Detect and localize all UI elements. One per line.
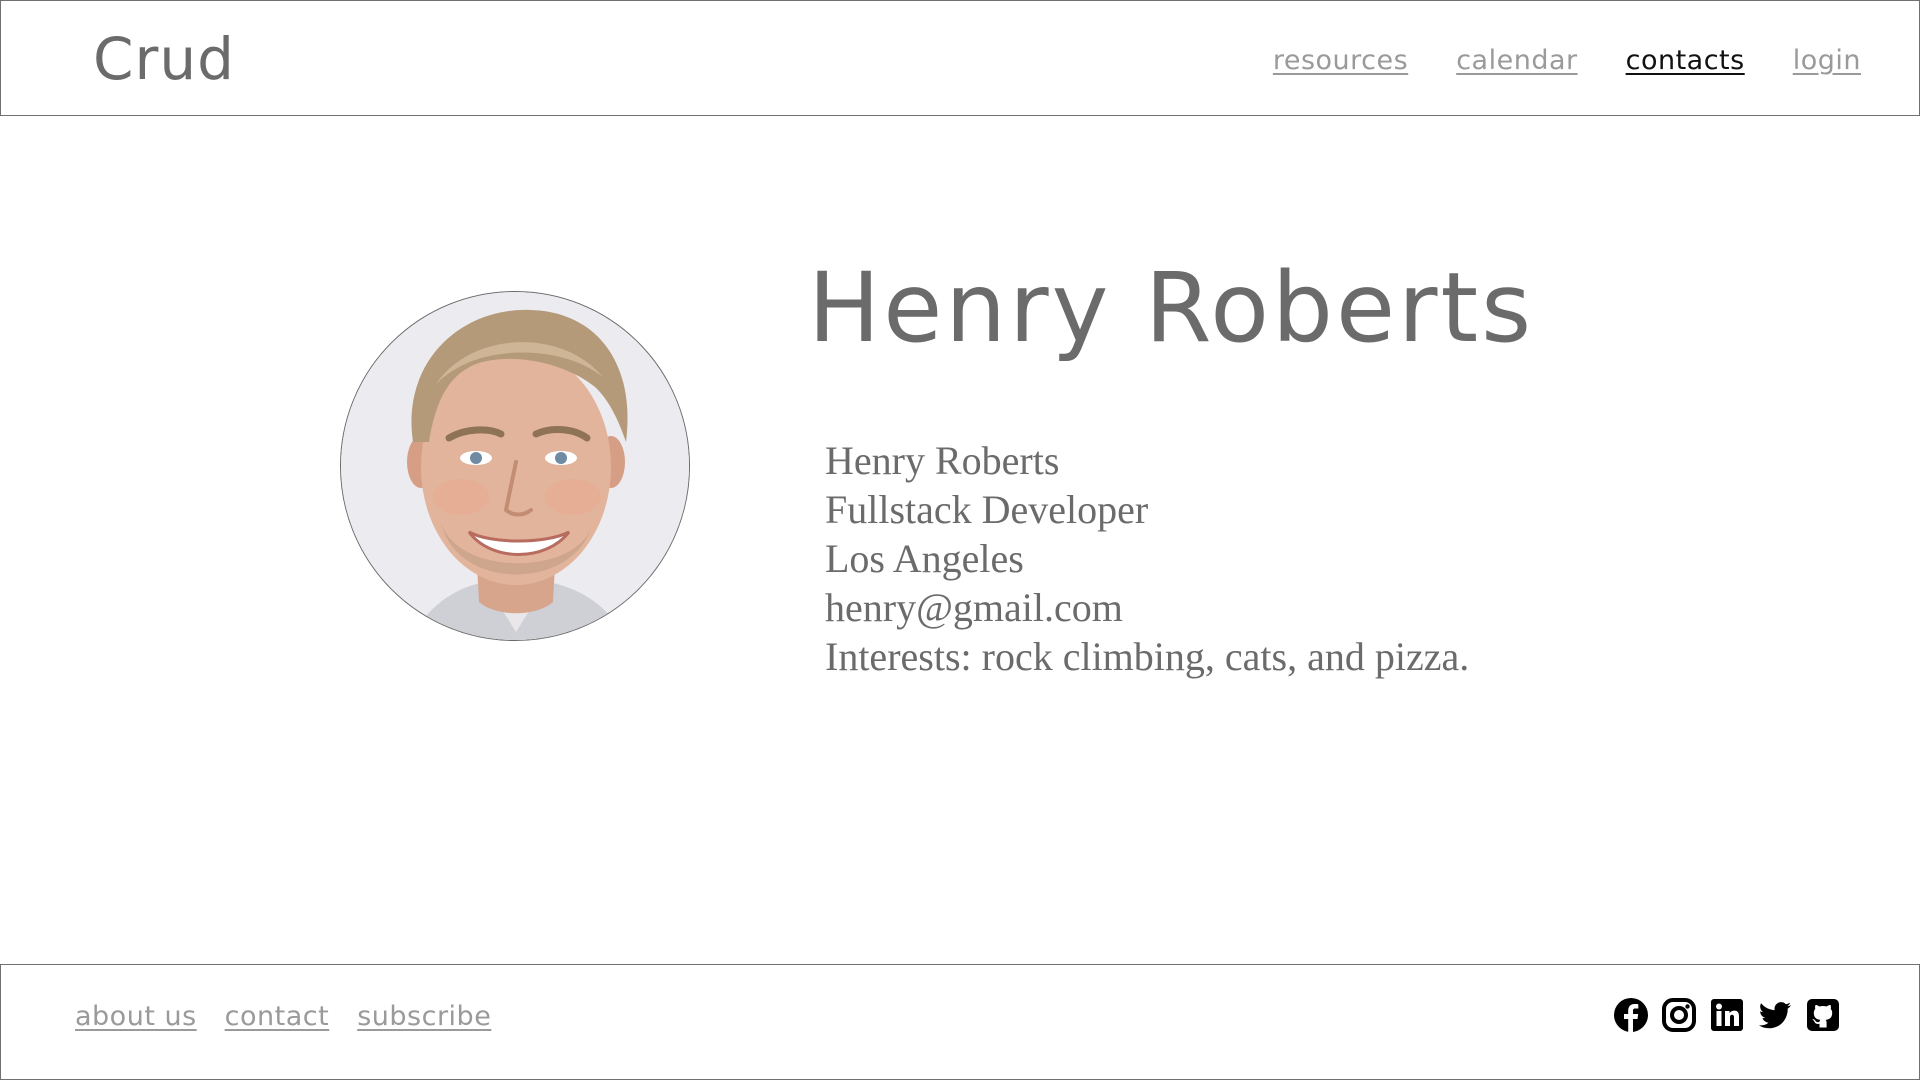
profile-photo [340,291,690,641]
contact-email[interactable]: henry@gmail.com [825,583,1469,632]
contact-role: Fullstack Developer [825,487,1149,532]
twitter-icon[interactable] [1757,997,1793,1033]
page-title: Henry Roberts [808,252,1535,364]
nav-link-contacts[interactable]: contacts [1626,45,1745,76]
footer-link-about-us[interactable]: about us [75,1001,197,1032]
footer-link-subscribe[interactable]: subscribe [357,1001,491,1032]
contact-interests: Interests: rock climbing, cats, and pizz… [825,634,1470,679]
facebook-icon[interactable] [1613,997,1649,1033]
github-icon[interactable] [1805,997,1841,1033]
instagram-icon[interactable] [1661,997,1697,1033]
site-logo[interactable]: Crud [93,19,235,99]
contact-location: Los Angeles [825,536,1024,581]
person-photo-icon [341,292,689,640]
site-header: Crud resources calendar contacts login [0,0,1920,116]
contact-details: Henry Roberts Fullstack Developer Los An… [825,436,1469,681]
nav-link-resources[interactable]: resources [1273,45,1408,76]
linkedin-icon[interactable] [1709,997,1745,1033]
contact-name: Henry Roberts [825,438,1060,483]
nav-link-login[interactable]: login [1793,45,1861,76]
footer-link-contact[interactable]: contact [225,1001,330,1032]
social-icons [1613,997,1841,1033]
nav-link-calendar[interactable]: calendar [1456,45,1577,76]
main-nav: resources calendar contacts login [1273,45,1861,76]
footer-links: about us contact subscribe [75,1001,491,1032]
site-footer: about us contact subscribe [0,964,1920,1080]
